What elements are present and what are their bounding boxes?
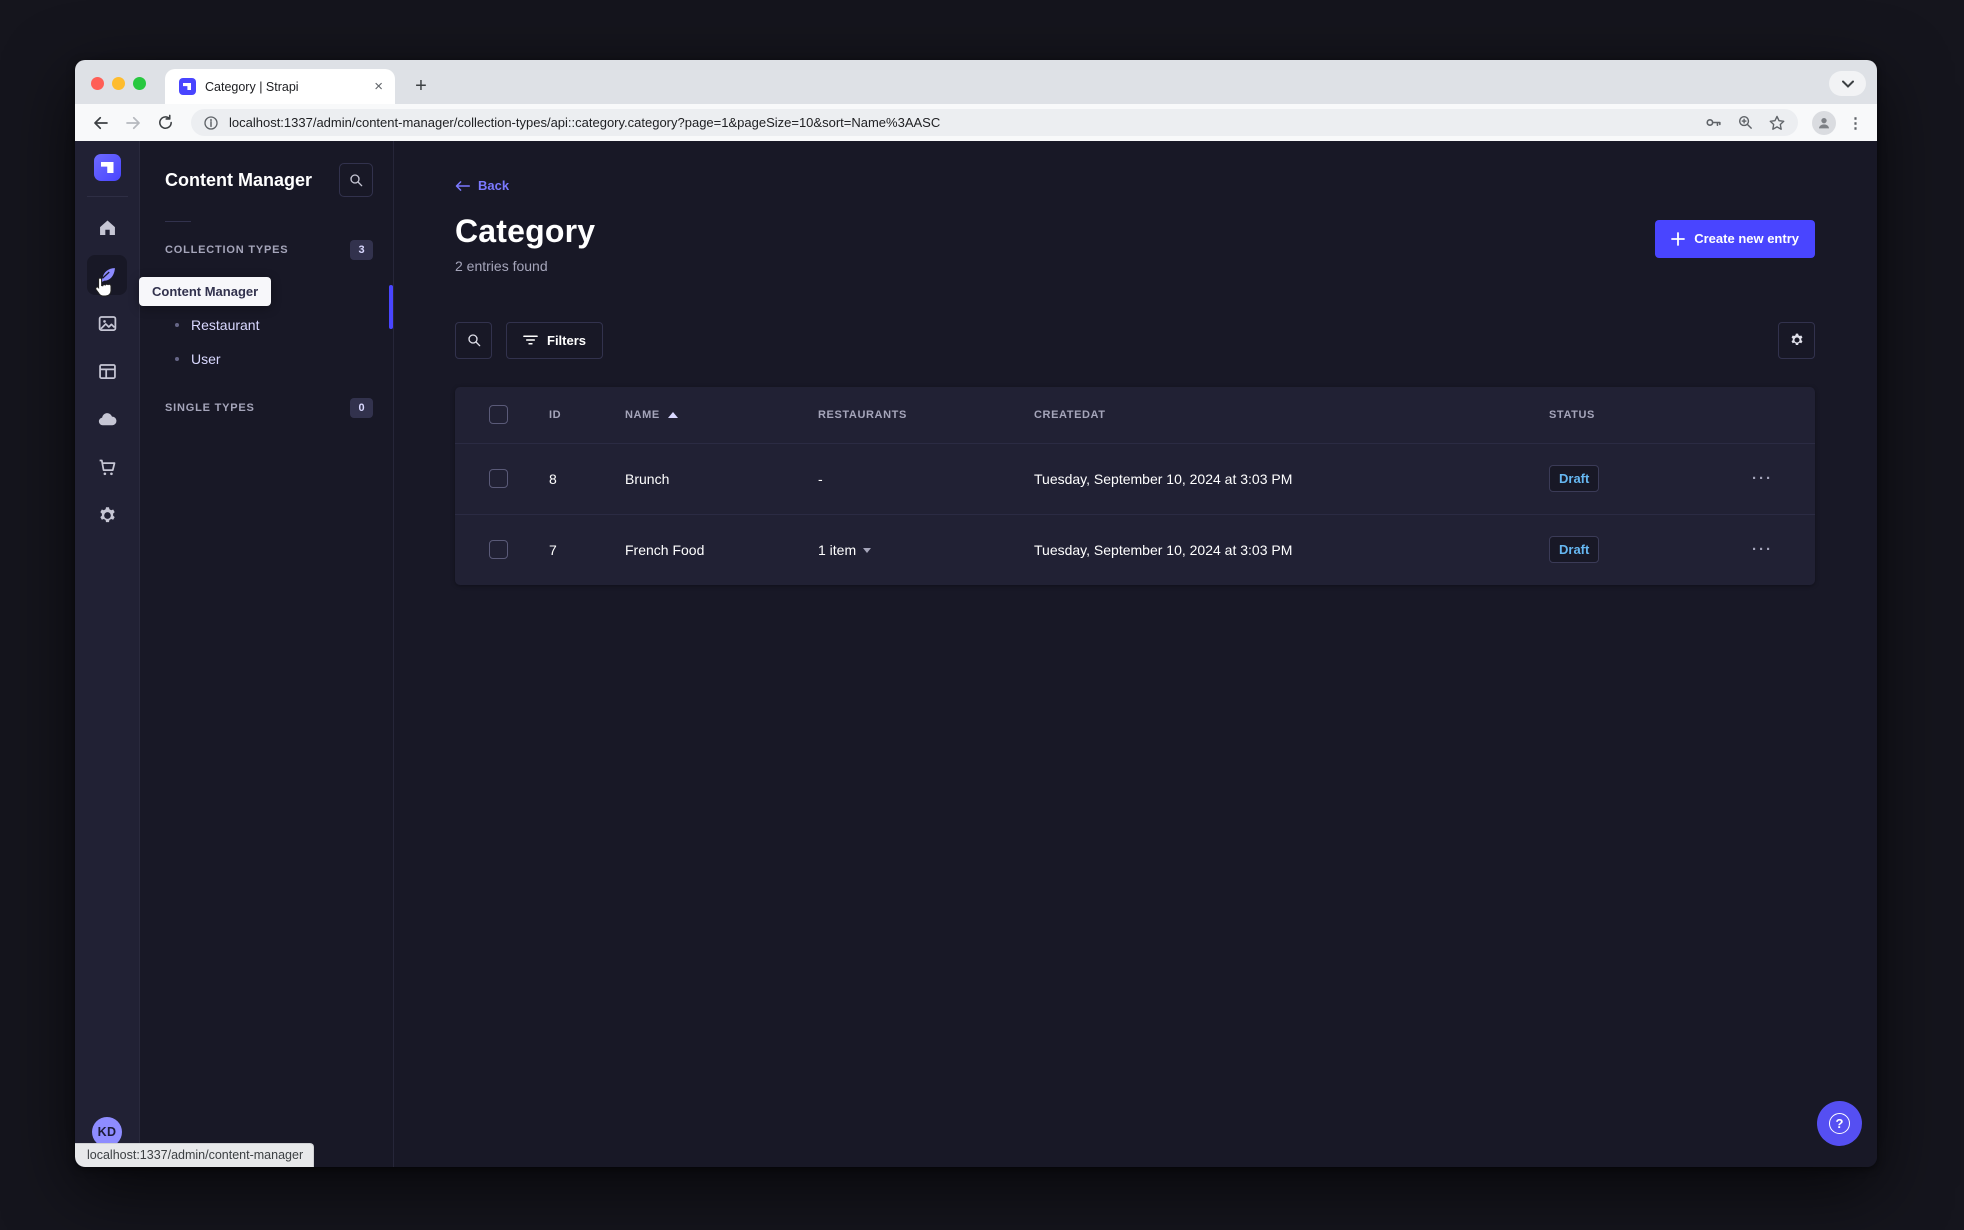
filters-label: Filters xyxy=(547,332,587,348)
browser-toolbar: localhost:1337/admin/content-manager/col… xyxy=(75,104,1877,141)
single-types-count-badge: 0 xyxy=(350,398,373,418)
reload-icon[interactable] xyxy=(153,111,177,135)
main-content: Back Category 2 entries found Create new… xyxy=(394,141,1877,1167)
new-tab-button[interactable]: + xyxy=(408,74,434,98)
row-checkbox[interactable] xyxy=(489,469,508,488)
browser-tab-strip: Category | Strapi × + xyxy=(75,60,1877,104)
back-label: Back xyxy=(478,178,510,193)
minimize-window-button[interactable] xyxy=(112,77,125,90)
collection-types-label: COLLECTION TYPES xyxy=(165,244,289,256)
subnav-item-restaurant[interactable]: Restaurant xyxy=(140,308,393,342)
browser-window: Category | Strapi × + localhost:1337/adm… xyxy=(75,60,1877,1167)
status-badge: Draft xyxy=(1549,536,1600,563)
filter-icon xyxy=(523,335,538,345)
password-key-icon[interactable] xyxy=(1704,113,1723,132)
row-checkbox[interactable] xyxy=(489,540,508,559)
entries-table: ID NAME RESTAURANTS CREATEDAT STATUS 8 B… xyxy=(455,386,1815,585)
question-mark-icon: ? xyxy=(1829,1113,1850,1134)
page-info-icon[interactable] xyxy=(203,115,219,131)
table-row[interactable]: 8 Brunch - Tuesday, September 10, 2024 a… xyxy=(455,442,1815,514)
cell-createdat: Tuesday, September 10, 2024 at 3:03 PM xyxy=(1034,470,1293,487)
strapi-logo[interactable] xyxy=(93,154,121,181)
status-badge: Draft xyxy=(1549,465,1600,492)
column-header-restaurants[interactable]: RESTAURANTS xyxy=(818,409,1034,421)
browser-menu-icon[interactable]: ⋮ xyxy=(1844,114,1867,132)
fullscreen-window-button[interactable] xyxy=(133,77,146,90)
bullet-icon xyxy=(175,323,179,327)
cell-id: 8 xyxy=(549,470,557,487)
window-controls[interactable] xyxy=(91,77,146,90)
create-button-label: Create new entry xyxy=(1694,231,1799,246)
zoom-page-icon[interactable] xyxy=(1737,114,1754,131)
bookmark-star-icon[interactable] xyxy=(1768,114,1786,132)
browser-tab-category[interactable]: Category | Strapi × xyxy=(165,69,395,104)
nav-divider xyxy=(86,196,128,197)
tab-close-icon[interactable]: × xyxy=(372,78,385,95)
mouse-cursor-hand xyxy=(95,277,112,297)
cell-name: French Food xyxy=(625,541,705,558)
collection-types-section-header: COLLECTION TYPES 3 xyxy=(140,240,393,260)
url-text[interactable]: localhost:1337/admin/content-manager/col… xyxy=(229,115,1694,130)
search-entries-button[interactable] xyxy=(455,321,492,359)
help-button[interactable]: ? xyxy=(1817,1101,1862,1146)
subnav-item-label: Restaurant xyxy=(191,317,260,333)
bullet-icon xyxy=(175,357,179,361)
column-header-createdat[interactable]: CREATEDAT xyxy=(1034,409,1549,421)
arrow-left-icon xyxy=(455,180,470,191)
subnav-divider xyxy=(165,221,191,222)
search-icon xyxy=(467,334,480,347)
subnav-item-user[interactable]: User xyxy=(140,342,393,376)
nav-home-icon[interactable] xyxy=(87,207,127,247)
main-nav-rail: KD xyxy=(75,141,140,1167)
single-types-label: SINGLE TYPES xyxy=(165,402,255,414)
entries-count: 2 entries found xyxy=(455,257,548,274)
cell-restaurants[interactable]: 1 item xyxy=(818,542,1034,558)
back-link[interactable]: Back xyxy=(455,178,509,193)
nav-tooltip: Content Manager xyxy=(139,277,272,306)
page-title: Category xyxy=(455,212,596,249)
strapi-favicon xyxy=(179,78,196,95)
plus-icon xyxy=(1671,231,1686,246)
chevron-down-icon xyxy=(863,547,872,553)
subnav-title: Content Manager xyxy=(165,169,313,190)
column-header-id[interactable]: ID xyxy=(549,409,625,421)
back-nav-icon[interactable] xyxy=(89,111,113,135)
nav-deploy-cloud-icon[interactable] xyxy=(87,399,127,439)
select-all-checkbox[interactable] xyxy=(489,405,508,424)
strapi-admin-page: KD Content Manager COLLECTION TYPES 3 Ca… xyxy=(75,141,1877,1167)
link-status-tooltip: localhost:1337/admin/content-manager xyxy=(75,1143,315,1167)
subnav-item-label: User xyxy=(191,351,221,367)
sort-ascending-icon xyxy=(667,411,678,418)
nav-content-type-builder-icon[interactable] xyxy=(87,351,127,391)
row-actions-menu[interactable]: ··· xyxy=(1740,541,1815,558)
single-types-section-header: SINGLE TYPES 0 xyxy=(140,398,393,418)
cell-createdat: Tuesday, September 10, 2024 at 3:03 PM xyxy=(1034,541,1293,558)
nav-marketplace-cart-icon[interactable] xyxy=(87,447,127,487)
filters-button[interactable]: Filters xyxy=(506,321,604,359)
nav-settings-gear-icon[interactable] xyxy=(87,495,127,535)
create-new-entry-button[interactable]: Create new entry xyxy=(1655,219,1815,258)
row-actions-menu[interactable]: ··· xyxy=(1740,470,1815,487)
tab-title: Category | Strapi xyxy=(205,79,299,94)
table-settings-button[interactable] xyxy=(1778,321,1815,359)
gear-icon xyxy=(1791,333,1802,345)
column-header-name[interactable]: NAME xyxy=(625,409,818,421)
nav-media-library-icon[interactable] xyxy=(87,303,127,343)
table-header-row: ID NAME RESTAURANTS CREATEDAT STATUS xyxy=(455,387,1815,443)
subnav-scrollbar[interactable] xyxy=(389,285,393,329)
table-row[interactable]: 7 French Food 1 item Tuesday, September … xyxy=(455,513,1815,585)
close-window-button[interactable] xyxy=(91,77,104,90)
url-bar[interactable]: localhost:1337/admin/content-manager/col… xyxy=(191,109,1798,136)
subnav-search-button[interactable] xyxy=(339,163,373,197)
nav-content-manager-icon[interactable] xyxy=(87,255,127,297)
browser-profile-avatar[interactable] xyxy=(1812,110,1836,135)
forward-nav-icon[interactable] xyxy=(121,111,145,135)
cell-id: 7 xyxy=(549,541,557,558)
cell-restaurants: - xyxy=(818,470,823,487)
collection-types-count-badge: 3 xyxy=(350,240,373,260)
column-header-status[interactable]: STATUS xyxy=(1549,409,1740,421)
tab-search-chevron-icon[interactable] xyxy=(1829,71,1866,96)
cell-name: Brunch xyxy=(625,470,670,487)
